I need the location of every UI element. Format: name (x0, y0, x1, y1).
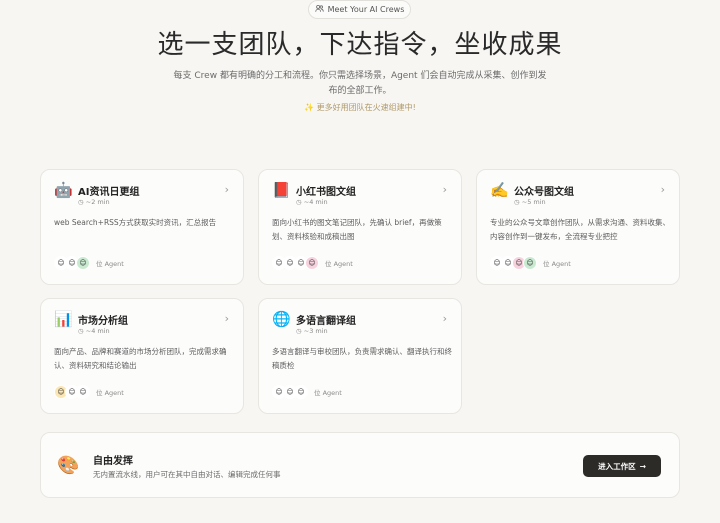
crew-time: ◷ ~4 min (78, 327, 110, 335)
avatar: ☺ (294, 385, 308, 399)
crew-description: 面向小红书的图文笔记团队，先确认 brief，再做策划、资料核验和成稿出图 (272, 218, 442, 241)
robot-icon: 🤖 (54, 181, 73, 199)
avatar: ☺ (76, 385, 90, 399)
agent-count: 位 Agent (314, 389, 342, 397)
avatar: ☺ (305, 256, 319, 270)
crew-description: 多语言翻译与审校团队，负责需求确认、翻译执行和终稿质检 (272, 347, 452, 370)
crew-card-xiaohongshu[interactable]: 📕 小红书图文组 ◷ ~4 min › 面向小红书的图文笔记团队，先确认 bri… (258, 169, 462, 285)
crew-time: ◷ ~4 min (296, 198, 328, 206)
chevron-right-icon: › (442, 312, 447, 325)
crew-title: AI资讯日更组 (78, 187, 140, 198)
pill-label: Meet Your AI Crews (327, 5, 405, 14)
crew-description: web Search+RSS方式获取实时资讯，汇总报告 (54, 218, 217, 227)
users-icon (314, 4, 324, 15)
globe-icon: 🌐 (272, 310, 291, 328)
crew-description: 专业的公众号文章创作团队，从需求沟通、资料收集、内容创作到一键发布，全流程专业把… (490, 218, 670, 241)
agent-count: 位 Agent (325, 260, 353, 268)
enter-workspace-label: 进入工作区 (598, 461, 636, 471)
agent-avatars: ☺ ☺ ☺ 位 Agent (54, 256, 124, 270)
crew-time: ◷ ~3 min (296, 327, 328, 335)
crew-title: 多语言翻译组 (296, 316, 356, 327)
palette-icon: 🎨 (57, 455, 80, 476)
free-mode-description: 无内置流水线，用户可在其中自由对话、编辑完成任何事 (93, 470, 281, 479)
crew-title: 市场分析组 (78, 316, 128, 327)
crew-title: 小红书图文组 (296, 187, 356, 198)
red-book-icon: 📕 (272, 181, 291, 199)
arrow-right-icon: → (639, 461, 646, 471)
writing-hand-icon: ✍️ (490, 181, 509, 199)
crew-card-wechat-article[interactable]: ✍️ 公众号图文组 ◷ ~5 min › 专业的公众号文章创作团队，从需求沟通、… (476, 169, 680, 285)
agent-count: 位 Agent (96, 260, 124, 268)
chevron-right-icon: › (224, 312, 229, 325)
meet-crews-pill: Meet Your AI Crews (308, 0, 411, 19)
chevron-right-icon: › (660, 183, 665, 196)
enter-workspace-button[interactable]: 进入工作区 → (583, 455, 661, 477)
agent-avatars: ☺ ☺ ☺ 位 Agent (54, 385, 124, 399)
bar-chart-icon: 📊 (54, 310, 73, 328)
crew-card-market-analysis[interactable]: 📊 市场分析组 ◷ ~4 min › 面向产品、品牌和赛道的市场分析团队，完成需… (40, 298, 244, 414)
avatar: ☺ (523, 256, 537, 270)
agent-count: 位 Agent (543, 260, 571, 268)
agent-avatars: ☺ ☺ ☺ 位 Agent (272, 385, 342, 399)
crew-card-translation[interactable]: 🌐 多语言翻译组 ◷ ~3 min › 多语言翻译与审校团队，负责需求确认、翻译… (258, 298, 462, 414)
crew-title: 公众号图文组 (514, 187, 574, 198)
chevron-right-icon: › (224, 183, 229, 196)
coming-soon-note: ✨ 更多好用团队在火速组建中! (304, 103, 416, 112)
free-mode-title: 自由发挥 (93, 456, 133, 467)
crew-time: ◷ ~2 min (78, 198, 110, 206)
page-title: 选一支团队，下达指令，坐收成果 (157, 30, 563, 60)
chevron-right-icon: › (442, 183, 447, 196)
agent-count: 位 Agent (96, 389, 124, 397)
page-description: 每支 Crew 都有明确的分工和流程。你只需选择场景，Agent 们会自动完成从… (173, 71, 547, 96)
crew-time: ◷ ~5 min (514, 198, 546, 206)
agent-avatars: ☺ ☺ ☺ ☺ 位 Agent (272, 256, 353, 270)
avatar: ☺ (76, 256, 90, 270)
agent-avatars: ☺ ☺ ☺ ☺ 位 Agent (490, 256, 571, 270)
crew-card-ai-news[interactable]: 🤖 AI资讯日更组 ◷ ~2 min › web Search+RSS方式获取实… (40, 169, 244, 285)
free-mode-card: 🎨 自由发挥 无内置流水线，用户可在其中自由对话、编辑完成任何事 进入工作区 → (40, 432, 680, 498)
crew-description: 面向产品、品牌和赛道的市场分析团队，完成需求确认、资料研究和结论输出 (54, 347, 227, 370)
